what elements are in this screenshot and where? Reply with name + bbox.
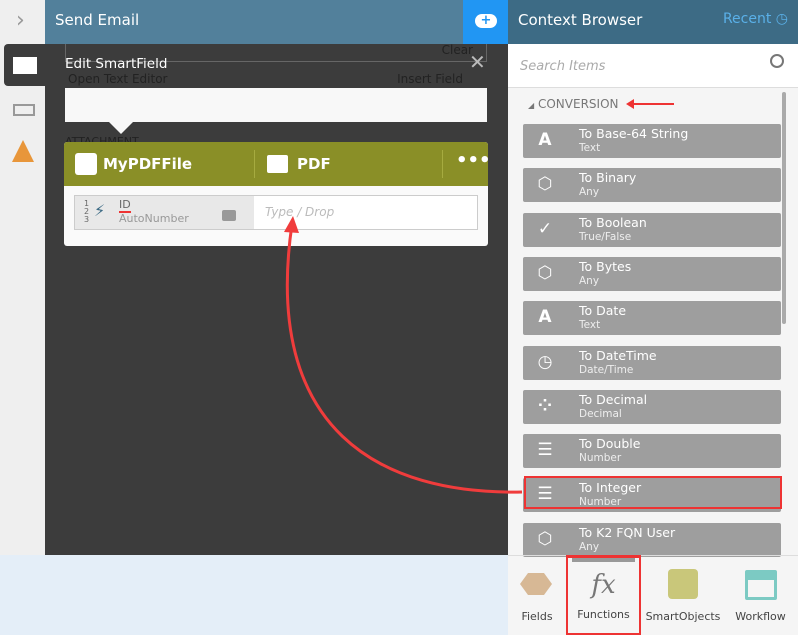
drag-arrow-annotation [284, 216, 523, 494]
